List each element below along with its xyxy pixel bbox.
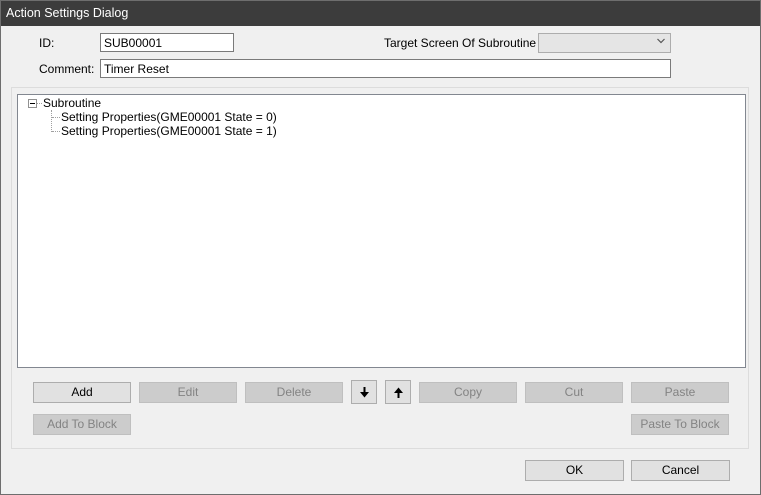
action-tree[interactable]: Subroutine Setting Properties(GME00001 S… [17, 94, 746, 368]
comment-label: Comment: [39, 62, 95, 76]
title-bar: Action Settings Dialog [1, 1, 760, 26]
id-field[interactable] [100, 33, 234, 52]
tree-connector [52, 131, 60, 132]
tree-connector [51, 110, 52, 132]
tree-root-subroutine[interactable]: Subroutine [43, 96, 101, 110]
chevron-down-icon [657, 38, 665, 44]
copy-button[interactable]: Copy [419, 382, 517, 403]
action-settings-dialog: Action Settings Dialog ID: Target Screen… [0, 0, 761, 495]
tree-connector [37, 103, 42, 104]
target-screen-select[interactable] [538, 33, 671, 53]
arrow-up-icon [394, 387, 403, 398]
paste-to-block-button[interactable]: Paste To Block [631, 414, 729, 435]
id-label: ID: [39, 36, 55, 50]
delete-button[interactable]: Delete [245, 382, 343, 403]
tree-item[interactable]: Setting Properties(GME00001 State = 1) [61, 124, 277, 138]
cancel-button[interactable]: Cancel [631, 460, 730, 481]
tree-connector [52, 117, 60, 118]
move-down-button[interactable] [351, 380, 377, 404]
tree-item[interactable]: Setting Properties(GME00001 State = 0) [61, 110, 277, 124]
paste-button[interactable]: Paste [631, 382, 729, 403]
comment-field[interactable] [100, 59, 671, 78]
move-up-button[interactable] [385, 380, 411, 404]
window-title: Action Settings Dialog [6, 6, 129, 20]
minus-box-icon[interactable] [28, 99, 37, 108]
add-to-block-button[interactable]: Add To Block [33, 414, 131, 435]
ok-button[interactable]: OK [525, 460, 624, 481]
target-screen-label: Target Screen Of Subroutine [384, 36, 537, 50]
edit-button[interactable]: Edit [139, 382, 237, 403]
cut-button[interactable]: Cut [525, 382, 623, 403]
add-button[interactable]: Add [33, 382, 131, 403]
arrow-down-icon [360, 387, 369, 398]
